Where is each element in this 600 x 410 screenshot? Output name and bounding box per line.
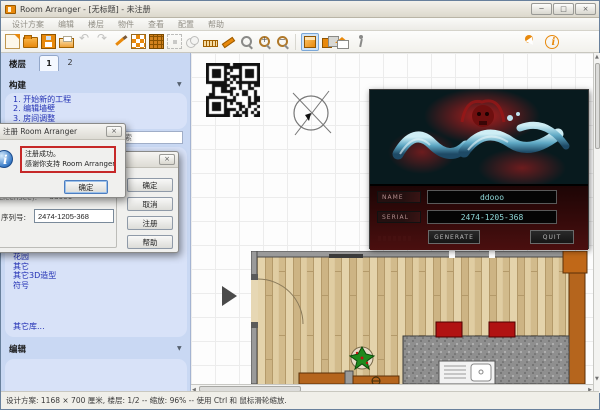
keygen-serial-field[interactable]: 2474-1205-368 bbox=[427, 210, 557, 224]
edit-header[interactable]: 编辑 bbox=[9, 343, 26, 355]
edit-panel bbox=[5, 359, 187, 393]
menu-item[interactable]: 配置 bbox=[171, 19, 201, 30]
object-category-link[interactable]: 符号 bbox=[13, 281, 56, 290]
build-step-link[interactable]: 1. 开始新的工程 bbox=[13, 95, 71, 104]
serial-input[interactable] bbox=[34, 209, 114, 223]
object-category-link[interactable]: 其它 bbox=[13, 262, 56, 271]
measure-ruler-icon[interactable] bbox=[203, 40, 218, 47]
potted-plant bbox=[350, 347, 374, 369]
walkthrough-start-arrow[interactable] bbox=[222, 286, 237, 306]
kitchen-sink bbox=[439, 361, 495, 384]
vertical-scrollbar[interactable]: ▲ ▼ bbox=[593, 53, 600, 393]
pointer-hand-icon[interactable] bbox=[524, 34, 539, 49]
sofa bbox=[299, 373, 345, 384]
build-steps: 1. 开始新的工程2. 编辑墙壁3. 房间调整 bbox=[13, 95, 71, 123]
menu-item[interactable]: 设计方案 bbox=[5, 19, 51, 30]
keygen-name-label: NAME bbox=[377, 191, 421, 203]
register-dialog-close-icon[interactable]: × bbox=[159, 154, 175, 165]
wall-editor-icon[interactable] bbox=[131, 34, 146, 49]
keygen-art bbox=[370, 90, 588, 184]
floor-tab-2[interactable]: 2 bbox=[61, 55, 79, 71]
keygen-serial-label: SERIAL bbox=[377, 211, 421, 223]
success-dialog-titlebar: 注册 Room Arranger × bbox=[0, 124, 125, 140]
open-folder-icon[interactable] bbox=[23, 37, 38, 48]
vertical-scroll-thumb[interactable] bbox=[595, 63, 600, 149]
app-icon bbox=[5, 5, 16, 14]
register-cancel-button[interactable]: 取消 bbox=[127, 197, 173, 211]
keygen-watermark bbox=[378, 236, 412, 241]
toolbar-separator bbox=[295, 34, 296, 50]
menu-item[interactable]: 帮助 bbox=[201, 19, 231, 30]
floor-plan[interactable] bbox=[251, 251, 593, 384]
new-document-icon[interactable] bbox=[5, 34, 20, 49]
register-register-button[interactable]: 注册 bbox=[127, 216, 173, 230]
zoom-out-icon[interactable]: − bbox=[275, 34, 290, 49]
floors-header: 楼层 bbox=[9, 58, 26, 70]
save-icon[interactable] bbox=[41, 34, 56, 49]
transform-selection-icon[interactable] bbox=[167, 34, 182, 49]
status-bar: 设计方案: 1168 × 700 厘米, 楼层: 1/2 -- 缩放: 96% … bbox=[1, 391, 599, 409]
menu-item[interactable]: 编辑 bbox=[51, 19, 81, 30]
success-message-line1: 注册成功。 bbox=[25, 150, 111, 160]
success-dialog: 注册 Room Arranger × 注册成功。 感谢你支持 Room Arra… bbox=[0, 123, 126, 198]
scroll-up-icon[interactable]: ▲ bbox=[595, 53, 599, 61]
qr-code bbox=[206, 63, 260, 117]
bar-stool bbox=[436, 322, 462, 337]
pencil-icon[interactable] bbox=[221, 34, 236, 49]
register-help-button[interactable]: 帮助 bbox=[127, 235, 173, 249]
minimize-button[interactable] bbox=[531, 3, 552, 15]
menu-item[interactable]: 物件 bbox=[111, 19, 141, 30]
objects-3d-icon[interactable] bbox=[322, 38, 332, 48]
title-bar: Room Arranger - [无标题] - 未注册 bbox=[1, 1, 599, 18]
toolbar: + − bbox=[1, 31, 599, 53]
close-button[interactable] bbox=[575, 3, 596, 15]
success-message-line2: 感谢你支持 Room Arranger。 bbox=[25, 160, 111, 170]
zoom-selection-icon[interactable] bbox=[239, 34, 254, 49]
window-title: Room Arranger - [无标题] - 未注册 bbox=[20, 4, 151, 15]
weather-clouds-icon[interactable] bbox=[185, 34, 200, 49]
success-message-highlight: 注册成功。 感谢你支持 Room Arranger。 bbox=[20, 146, 116, 173]
success-dialog-title: 注册 Room Arranger bbox=[3, 126, 77, 137]
more-libraries-link[interactable]: 其它库... bbox=[13, 321, 45, 332]
success-dialog-close-icon[interactable]: × bbox=[106, 126, 122, 137]
view-3d-icon[interactable] bbox=[304, 36, 316, 48]
info-icon[interactable] bbox=[545, 35, 559, 49]
keygen-quit-button[interactable]: QUIT bbox=[530, 230, 574, 244]
walkthrough-house-icon[interactable] bbox=[335, 34, 350, 49]
design-canvas[interactable]: NAME ddooo SERIAL 2474-1205-368 GENERATE… bbox=[191, 53, 600, 393]
zoom-in-icon[interactable]: + bbox=[257, 34, 272, 49]
keygen-generate-button[interactable]: GENERATE bbox=[428, 230, 480, 244]
build-collapse-icon[interactable]: ▼ bbox=[177, 81, 182, 88]
build-step-link[interactable]: 2. 编辑墙壁 bbox=[13, 104, 71, 113]
walk-avatar-icon[interactable] bbox=[353, 34, 368, 49]
build-step-link[interactable]: 3. 房间调整 bbox=[13, 114, 71, 123]
keygen-window: NAME ddooo SERIAL 2474-1205-368 GENERATE… bbox=[369, 89, 589, 249]
status-text: 设计方案: 1168 × 700 厘米, 楼层: 1/2 -- 缩放: 96% … bbox=[6, 396, 287, 405]
redo-icon[interactable] bbox=[95, 36, 110, 51]
scroll-down-icon[interactable]: ▼ bbox=[595, 375, 599, 383]
object-category-link[interactable]: 其它3D造型 bbox=[13, 271, 56, 280]
menu-item[interactable]: 楼层 bbox=[81, 19, 111, 30]
print-icon[interactable] bbox=[59, 38, 74, 48]
object-category-link[interactable]: 花园 bbox=[13, 252, 56, 261]
register-ok-button[interactable]: 确定 bbox=[127, 178, 173, 192]
view-3d-active-frame bbox=[301, 33, 319, 51]
texture-icon[interactable] bbox=[149, 34, 164, 49]
edit-collapse-icon[interactable]: ▼ bbox=[177, 345, 182, 352]
floor-tab-1[interactable]: 1 bbox=[39, 55, 59, 71]
paint-brush-icon[interactable] bbox=[113, 34, 128, 49]
bar-stool bbox=[489, 322, 515, 337]
compass-needle bbox=[305, 113, 311, 121]
serial-label: 序列号: bbox=[1, 212, 26, 223]
info-circle-icon bbox=[0, 150, 13, 168]
build-header[interactable]: 构建 bbox=[9, 79, 26, 91]
compass-icon[interactable] bbox=[285, 87, 337, 139]
menu-bar: 设计方案编辑楼层物件查看配置帮助 bbox=[1, 18, 599, 31]
undo-icon[interactable] bbox=[77, 36, 92, 51]
menu-item[interactable]: 查看 bbox=[141, 19, 171, 30]
success-ok-button[interactable]: 确定 bbox=[64, 180, 108, 194]
keygen-name-field[interactable]: ddooo bbox=[427, 190, 557, 204]
maximize-button[interactable] bbox=[553, 3, 574, 15]
